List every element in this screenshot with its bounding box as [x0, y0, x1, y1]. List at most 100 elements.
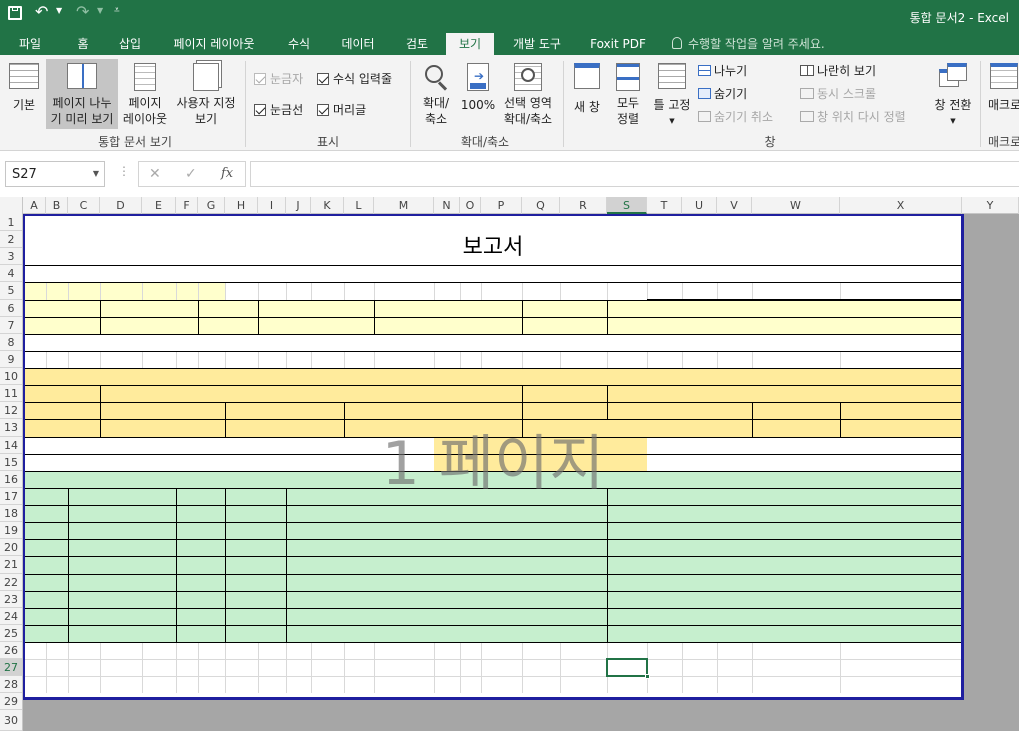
row-header[interactable]: 16: [0, 471, 22, 488]
row-header[interactable]: 19: [0, 522, 22, 539]
row-header[interactable]: 12: [0, 402, 22, 419]
column-header[interactable]: P: [481, 197, 522, 214]
tab-developer[interactable]: 개발 도구: [504, 33, 570, 55]
row-header[interactable]: 1: [0, 214, 22, 231]
column-header[interactable]: C: [68, 197, 100, 214]
row-header[interactable]: 20: [0, 539, 22, 556]
column-header[interactable]: H: [225, 197, 258, 214]
row-header[interactable]: 15: [0, 454, 22, 471]
column-header[interactable]: W: [752, 197, 840, 214]
column-header[interactable]: R: [560, 197, 607, 214]
arrange-all-button[interactable]: 모두 정렬: [610, 59, 646, 129]
new-window-button[interactable]: 새 창: [568, 59, 606, 129]
tab-data[interactable]: 데이터: [332, 33, 384, 55]
column-header[interactable]: J: [286, 197, 311, 214]
tab-formulas[interactable]: 수식: [278, 33, 320, 55]
row-header[interactable]: 29: [0, 693, 22, 710]
cancel-icon[interactable]: ✕: [149, 166, 161, 182]
name-box[interactable]: S27 ▼: [5, 161, 105, 187]
switch-windows-button[interactable]: 창 전환 ▼: [929, 59, 977, 129]
row-header[interactable]: 5: [0, 282, 22, 300]
customize-icon[interactable]: ⩡: [114, 5, 120, 16]
tab-view[interactable]: 보기: [446, 33, 494, 55]
column-header[interactable]: I: [258, 197, 286, 214]
select-all-corner[interactable]: [0, 197, 23, 214]
column-header[interactable]: K: [311, 197, 344, 214]
row-header[interactable]: 4: [0, 265, 22, 282]
page-layout-view-button[interactable]: 페이지 레이아웃: [120, 59, 170, 129]
zoom-selection-icon: [514, 63, 542, 91]
row-header[interactable]: 11: [0, 385, 22, 402]
hide-button[interactable]: 숨기기: [698, 86, 747, 102]
row-header[interactable]: 21: [0, 556, 22, 574]
page-break-preview-button[interactable]: 페이지 나누 기 미리 보기: [46, 59, 118, 129]
tab-foxit-pdf[interactable]: Foxit PDF: [584, 33, 652, 55]
column-header[interactable]: N: [434, 197, 460, 214]
macros-button[interactable]: 매크로: [986, 59, 1019, 129]
split-button[interactable]: 나누기: [698, 63, 747, 79]
undo-dropdown-icon[interactable]: ▼: [56, 6, 62, 15]
row-header[interactable]: 3: [0, 248, 22, 265]
row-header[interactable]: 27: [0, 659, 22, 676]
row-header[interactable]: 13: [0, 419, 22, 437]
name-box-dropdown-icon[interactable]: ▼: [93, 169, 99, 178]
normal-view-button[interactable]: 기본: [4, 59, 44, 129]
column-header[interactable]: M: [374, 197, 434, 214]
row-header[interactable]: 22: [0, 574, 22, 591]
tab-home[interactable]: 홈: [66, 33, 100, 55]
row-header[interactable]: 17: [0, 488, 22, 505]
tab-file[interactable]: 파일: [8, 33, 52, 55]
insert-function-icon[interactable]: fx: [221, 166, 233, 181]
column-header[interactable]: E: [142, 197, 176, 214]
column-header[interactable]: V: [717, 197, 752, 214]
freeze-panes-button[interactable]: 틀 고정 ▼: [649, 59, 695, 129]
row-header[interactable]: 14: [0, 437, 22, 454]
column-header[interactable]: A: [23, 197, 46, 214]
fill-handle[interactable]: [645, 674, 650, 679]
undo-icon[interactable]: ↶: [35, 2, 48, 21]
column-header[interactable]: O: [460, 197, 481, 214]
column-header[interactable]: D: [100, 197, 142, 214]
zoom-to-selection-button[interactable]: 선택 영역 확대/축소: [499, 59, 557, 129]
column-header[interactable]: T: [647, 197, 682, 214]
formula-input[interactable]: [250, 161, 1019, 187]
zoom-100-button[interactable]: ➔ 100%: [459, 59, 497, 129]
column-header[interactable]: Y: [962, 197, 1019, 214]
row-header[interactable]: 10: [0, 368, 22, 385]
column-header[interactable]: S: [607, 197, 647, 214]
row-header[interactable]: 2: [0, 231, 22, 248]
custom-views-button[interactable]: 사용자 지정 보기: [172, 59, 240, 129]
column-header[interactable]: L: [344, 197, 374, 214]
cell-border: [23, 574, 963, 575]
row-header[interactable]: 18: [0, 505, 22, 522]
column-header[interactable]: F: [176, 197, 198, 214]
tab-insert[interactable]: 삽입: [110, 33, 150, 55]
column-header[interactable]: X: [840, 197, 962, 214]
enter-icon[interactable]: ✓: [185, 166, 197, 182]
row-header[interactable]: 25: [0, 625, 22, 642]
row-header[interactable]: 8: [0, 334, 22, 351]
view-side-by-side-button[interactable]: 나란히 보기: [800, 63, 876, 79]
row-header[interactable]: 23: [0, 591, 22, 608]
row-header[interactable]: 24: [0, 608, 22, 625]
row-header[interactable]: 28: [0, 676, 22, 693]
column-header[interactable]: U: [682, 197, 717, 214]
sheet-page-area[interactable]: 보고서 1 페이지: [23, 214, 963, 698]
zoom-button[interactable]: 확대/ 축소: [416, 59, 456, 129]
column-header[interactable]: G: [198, 197, 225, 214]
column-header[interactable]: B: [46, 197, 68, 214]
save-icon[interactable]: [8, 6, 22, 20]
tab-review[interactable]: 검토: [396, 33, 438, 55]
tab-page-layout[interactable]: 페이지 레이아웃: [162, 33, 266, 55]
tell-me-search[interactable]: 수행할 작업을 알려 주세요.: [688, 33, 848, 55]
row-header[interactable]: 26: [0, 642, 22, 659]
row-header[interactable]: 9: [0, 351, 22, 368]
column-header[interactable]: Q: [522, 197, 560, 214]
row-header[interactable]: 6: [0, 300, 22, 317]
gridlines-checkbox[interactable]: 눈금선: [254, 102, 303, 118]
row-header[interactable]: 30: [0, 710, 22, 731]
headings-checkbox[interactable]: 머리글: [317, 102, 366, 118]
formula-bar-checkbox[interactable]: 수식 입력줄: [317, 71, 392, 87]
row-header[interactable]: 7: [0, 317, 22, 334]
active-cell[interactable]: [606, 658, 648, 677]
